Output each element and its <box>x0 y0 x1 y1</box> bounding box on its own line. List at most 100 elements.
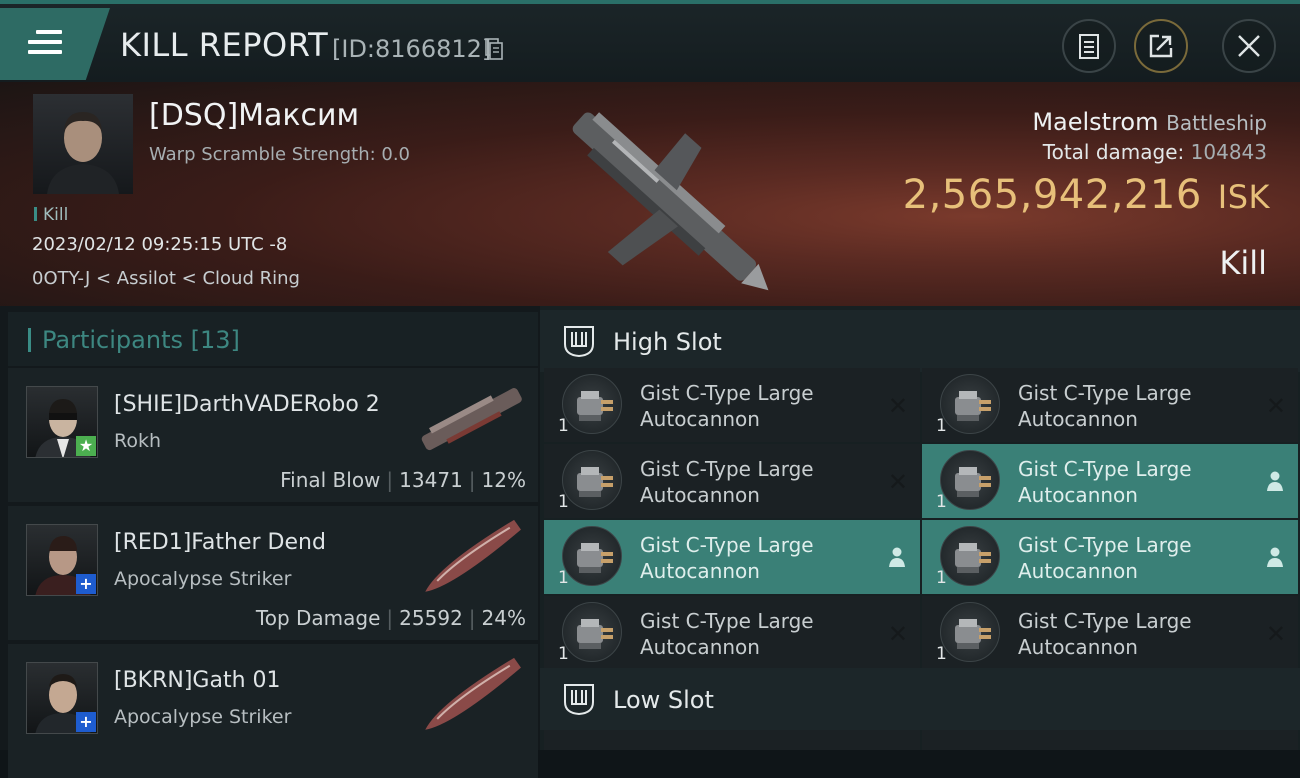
total-damage: Total damage: 104843 <box>1043 140 1267 164</box>
high-slot-module[interactable]: 1 Gist C-Type Large Autocannon ✕ <box>544 368 920 442</box>
low-slot-module[interactable] <box>922 730 1298 750</box>
clipboard-icon <box>1079 34 1099 59</box>
high-slot-module[interactable]: 1 Gist C-Type Large Autocannon <box>922 444 1298 518</box>
participant-name: [SHIE]DarthVADERobo 2 <box>114 392 380 417</box>
star-badge-icon: ★ <box>76 436 96 456</box>
person-icon <box>889 547 905 567</box>
kill-datetime: 2023/02/12 09:25:15 UTC -8 <box>32 234 288 255</box>
participant-name: [BKRN]Gath 01 <box>114 668 281 693</box>
kill-header: [DSQ]Максим Warp Scramble Strength: 0.0 … <box>0 82 1300 306</box>
module-quantity: 1 <box>558 568 569 588</box>
person-icon <box>1267 471 1283 491</box>
kill-location: 0OTY-J < Assilot < Cloud Ring <box>32 268 300 289</box>
victim-ship-image <box>572 112 769 291</box>
participants-label: Participants <box>42 326 183 354</box>
victim-portrait[interactable] <box>33 94 133 194</box>
high-slot-module[interactable]: 1 Gist C-Type Large Autocannon ✕ <box>922 596 1298 670</box>
participant-percent: 12% <box>481 468 526 492</box>
module-name: Gist C-Type Large Autocannon <box>640 381 814 431</box>
participant-avatar: ★ <box>26 386 98 458</box>
module-name: Gist C-Type Large Autocannon <box>640 457 814 507</box>
participants-title: Participants [13] <box>42 326 240 354</box>
low-slot-icon <box>564 684 594 716</box>
high-slot-module[interactable]: 1 Gist C-Type Large Autocannon ✕ <box>922 368 1298 442</box>
participant-role: Final Blow <box>280 468 381 492</box>
autocannon-icon <box>562 450 622 510</box>
module-quantity: 1 <box>558 416 569 436</box>
participant-row[interactable]: + [BKRN]Gath 01 Apocalypse Striker <box>8 644 538 778</box>
participants-panel: Participants [13] ★ [SHIE]DarthVADERobo … <box>0 306 540 778</box>
module-quantity: 1 <box>558 492 569 512</box>
participant-row[interactable]: + [RED1]Father Dend Apocalypse Striker T… <box>8 506 538 640</box>
victim-ship: Maelstrom Battleship <box>1032 108 1267 136</box>
autocannon-icon <box>940 374 1000 434</box>
module-quantity: 1 <box>936 644 947 664</box>
participant-ship-image <box>421 388 522 451</box>
participant-ship-image <box>425 519 521 592</box>
module-name: Gist C-Type Large Autocannon <box>1018 609 1192 659</box>
participant-ship: Rokh <box>114 430 162 452</box>
participant-damage: 25592 <box>399 606 463 630</box>
participant-stats: Final Blow | 13471 | 12% <box>280 468 526 492</box>
participant-damage: 13471 <box>399 468 463 492</box>
participant-row[interactable]: ★ [SHIE]DarthVADERobo 2 Rokh Final Blow |… <box>8 368 538 502</box>
participant-ship-image <box>425 657 521 730</box>
low-slot-module[interactable] <box>544 730 920 750</box>
module-name: Gist C-Type Large Autocannon <box>1018 457 1192 507</box>
x-icon: ✕ <box>887 620 908 648</box>
share-button[interactable] <box>1134 19 1188 73</box>
slots-panel: High Slot 1 Gist C-Type Large Autocannon ✕… <box>540 306 1300 750</box>
participants-header: Participants [13] <box>8 312 538 366</box>
high-slot-header[interactable]: High Slot <box>540 310 1300 372</box>
person-icon <box>1267 547 1283 567</box>
close-icon <box>1238 35 1260 57</box>
kill-result: Kill <box>1219 244 1267 282</box>
module-quantity: 1 <box>558 644 569 664</box>
autocannon-icon <box>940 526 1000 586</box>
victim-ship-class: Battleship <box>1166 111 1267 135</box>
participant-role: Top Damage <box>255 606 381 630</box>
plus-badge-icon: + <box>76 574 96 594</box>
isk-value: 2,565,942,216 ISK <box>903 172 1270 218</box>
autocannon-icon <box>562 374 622 434</box>
menu-button[interactable] <box>0 8 110 80</box>
module-name: Gist C-Type Large Autocannon <box>640 609 814 659</box>
module-name: Gist C-Type Large Autocannon <box>1018 381 1192 431</box>
low-slot-header[interactable]: Low Slot <box>540 668 1300 730</box>
participant-avatar: + <box>26 662 98 734</box>
warp-scramble: Warp Scramble Strength: 0.0 <box>149 144 411 165</box>
copy-icon[interactable] <box>485 38 503 60</box>
high-slot-title: High Slot <box>613 328 722 356</box>
participant-avatar: + <box>26 524 98 596</box>
high-slot-module[interactable]: 1 Gist C-Type Large Autocannon ✕ <box>544 596 920 670</box>
isk-unit: ISK <box>1217 178 1270 216</box>
x-icon: ✕ <box>1265 620 1286 648</box>
clipboard-button[interactable] <box>1062 19 1116 73</box>
victim-ship-name: Maelstrom <box>1032 108 1159 136</box>
low-slot-title: Low Slot <box>613 686 714 714</box>
participant-stats: Top Damage | 25592 | 24% <box>255 606 526 630</box>
high-slot-module[interactable]: 1 Gist C-Type Large Autocannon ✕ <box>544 444 920 518</box>
participant-ship: Apocalypse Striker <box>114 568 292 590</box>
victim-name: [DSQ]Максим <box>149 98 360 133</box>
total-damage-value: 104843 <box>1190 140 1267 164</box>
x-icon: ✕ <box>887 468 908 496</box>
x-icon: ✕ <box>887 392 908 420</box>
participant-percent: 24% <box>481 606 526 630</box>
isk-amount: 2,565,942,216 <box>902 172 1202 218</box>
total-damage-label: Total damage: <box>1042 140 1185 164</box>
participant-name: [RED1]Father Dend <box>114 530 326 555</box>
module-quantity: 1 <box>936 492 947 512</box>
high-slot-module[interactable]: 1 Gist C-Type Large Autocannon <box>544 520 920 594</box>
module-name: Gist C-Type Large Autocannon <box>1018 533 1192 583</box>
window-title: KILL REPORT <box>120 26 329 64</box>
module-quantity: 1 <box>936 416 947 436</box>
high-slot-module[interactable]: 1 Gist C-Type Large Autocannon <box>922 520 1298 594</box>
autocannon-icon <box>562 526 622 586</box>
close-button[interactable] <box>1222 19 1276 73</box>
share-icon <box>1149 34 1173 58</box>
module-name: Gist C-Type Large Autocannon <box>640 533 814 583</box>
participant-ship: Apocalypse Striker <box>114 706 292 728</box>
title-bar: KILL REPORT [ID:8166812] <box>0 0 1300 82</box>
participants-count: [13] <box>190 326 240 354</box>
